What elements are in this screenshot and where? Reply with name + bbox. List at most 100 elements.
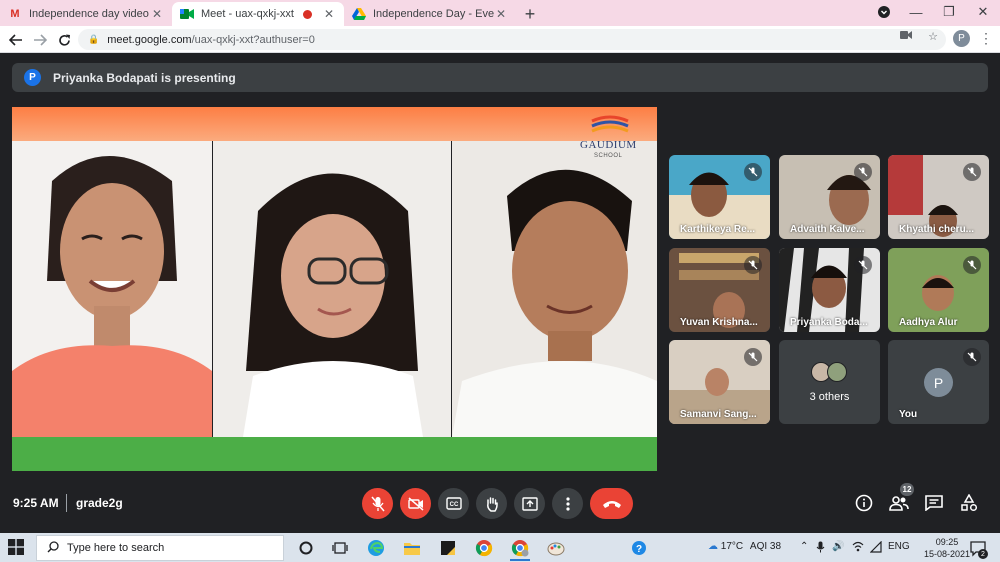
participant-tile[interactable]: Khyathi cheru... — [888, 155, 989, 239]
meeting-details-button[interactable] — [853, 492, 875, 514]
taskbar-search-input[interactable]: Type here to search — [36, 535, 284, 561]
close-icon[interactable]: ✕ — [150, 7, 164, 21]
notifications-icon[interactable]: 2 — [968, 538, 988, 559]
mic-off-icon — [744, 256, 762, 274]
mic-off-icon — [963, 348, 981, 366]
edge-icon[interactable] — [366, 538, 385, 557]
meet-icon — [180, 7, 194, 21]
language-indicator[interactable]: ENG — [888, 541, 910, 552]
mic-off-icon — [963, 163, 981, 181]
forward-button[interactable] — [30, 30, 50, 50]
participant-tile[interactable]: Priyanka Boda... — [779, 248, 880, 332]
close-icon[interactable]: ✕ — [322, 7, 336, 21]
notification-count: 2 — [978, 549, 988, 559]
participant-name: Khyathi cheru... — [899, 224, 975, 235]
present-now-button[interactable] — [514, 488, 545, 519]
presenting-banner: P Priyanka Bodapati is presenting — [12, 63, 988, 92]
url-host: meet.google.com — [107, 33, 192, 46]
microphone-tray-icon[interactable] — [816, 541, 825, 556]
windows-taskbar: Type here to search ? ☁ 17°C AQI 38 ⌃ 🔊 — [0, 533, 1000, 562]
participant-tile[interactable]: Advaith Kalve... — [779, 155, 880, 239]
mic-off-icon — [963, 256, 981, 274]
reload-button[interactable] — [54, 30, 74, 50]
participant-tile[interactable]: Karthikeya Re... — [669, 155, 770, 239]
tab-label: Independence Day - Event Video — [373, 8, 494, 20]
tab-drive[interactable]: Independence Day - Event Video ✕ — [344, 2, 516, 26]
more-options-button[interactable] — [552, 488, 583, 519]
close-icon[interactable]: ✕ — [494, 7, 508, 21]
participant-name: Karthikeya Re... — [680, 224, 756, 235]
air-quality: AQI 38 — [749, 541, 782, 552]
participant-tile[interactable]: Yuvan Krishna... — [669, 248, 770, 332]
presentation-stage: GAUDIUM SCHOOL — [12, 107, 657, 471]
url-text: meet.google.com/uax-qxkj-xxt?authuser=0 — [107, 34, 315, 46]
raise-hand-button[interactable] — [476, 488, 507, 519]
temperature: 17°C — [720, 541, 744, 552]
mic-off-icon — [854, 163, 872, 181]
mic-toggle-button[interactable] — [362, 488, 393, 519]
windows-start-icon[interactable] — [8, 539, 24, 555]
people-button[interactable] — [888, 492, 910, 514]
participant-tile[interactable]: Aadhya Alur — [888, 248, 989, 332]
svg-text:?: ? — [635, 544, 641, 555]
captions-button[interactable]: CC — [438, 488, 469, 519]
back-button[interactable] — [6, 30, 26, 50]
presenting-text: Priyanka Bodapati is presenting — [53, 70, 236, 85]
participant-name: Samanvi Sang... — [680, 409, 757, 420]
wifi-icon[interactable] — [869, 540, 882, 556]
tab-meet[interactable]: Meet - uax-qxkj-xxt ✕ — [172, 2, 344, 26]
paint-icon[interactable] — [546, 538, 565, 557]
help-icon[interactable]: ? — [630, 538, 649, 557]
browser-menu-icon[interactable]: ⋮ — [979, 30, 993, 47]
avatar: P — [924, 368, 953, 397]
student-photo — [213, 141, 451, 437]
file-explorer-icon[interactable] — [402, 538, 421, 557]
profile-avatar[interactable]: P — [953, 30, 970, 47]
minimize-button[interactable]: — — [905, 0, 927, 24]
clock-date: 15-08-2021 — [924, 549, 971, 559]
chat-button[interactable] — [923, 492, 945, 514]
camera-off-icon — [407, 496, 423, 511]
gmail-icon: M — [10, 8, 20, 20]
school-logo: GAUDIUM SCHOOL — [578, 115, 653, 165]
weather-widget[interactable]: ☁ 17°C AQI 38 — [708, 541, 781, 552]
camera-toggle-button[interactable] — [400, 488, 431, 519]
search-placeholder: Type here to search — [67, 542, 165, 554]
participant-tile[interactable]: Samanvi Sang... — [669, 340, 770, 424]
url-input[interactable]: 🔒 meet.google.com/uax-qxkj-xxt?authuser=… — [78, 29, 946, 50]
chrome-icon[interactable] — [474, 538, 493, 557]
recording-indicator-icon — [303, 9, 312, 19]
self-tile[interactable]: P You — [888, 340, 989, 424]
svg-text:CC: CC — [449, 502, 458, 508]
task-view-icon[interactable] — [330, 538, 349, 557]
divider — [66, 494, 67, 512]
leave-call-button[interactable] — [590, 488, 633, 519]
chrome-profile-icon[interactable] — [510, 538, 529, 557]
tab-search-icon[interactable] — [872, 0, 896, 24]
mic-off-icon — [744, 163, 762, 181]
tray-chevron-icon[interactable]: ⌃ — [800, 541, 808, 552]
sticky-notes-icon[interactable] — [438, 538, 457, 557]
new-tab-button[interactable]: + — [516, 2, 544, 26]
url-path: /uax-qxkj-xxt?authuser=0 — [191, 33, 315, 46]
activities-button[interactable] — [958, 492, 980, 514]
mic-off-icon — [854, 256, 872, 274]
others-tile[interactable]: 3 others — [779, 340, 880, 424]
meet-controls-bar: 9:25 AM grade2g CC 12 — [0, 483, 1000, 524]
tab-label: Meet - uax-qxkj-xxt — [201, 8, 294, 20]
maximize-button[interactable]: ❐ — [938, 0, 960, 24]
network-icon[interactable] — [852, 541, 864, 556]
cortana-icon[interactable] — [296, 538, 315, 557]
hand-icon — [486, 496, 498, 512]
system-clock[interactable]: 09:25 15-08-2021 — [924, 536, 970, 560]
presenter-avatar: P — [24, 69, 41, 86]
camera-in-use-icon[interactable] — [900, 30, 912, 43]
lock-icon: 🔒 — [88, 34, 100, 44]
volume-icon[interactable]: 🔊 — [832, 541, 844, 552]
tab-gmail[interactable]: M Independence day video link - pj ✕ — [0, 2, 172, 26]
participant-name: Yuvan Krishna... — [680, 317, 758, 328]
close-window-button[interactable]: ✕ — [972, 0, 994, 24]
active-app-indicator — [510, 559, 530, 561]
bookmark-star-icon[interactable]: ☆ — [928, 30, 938, 43]
others-count: 3 others — [809, 391, 850, 403]
